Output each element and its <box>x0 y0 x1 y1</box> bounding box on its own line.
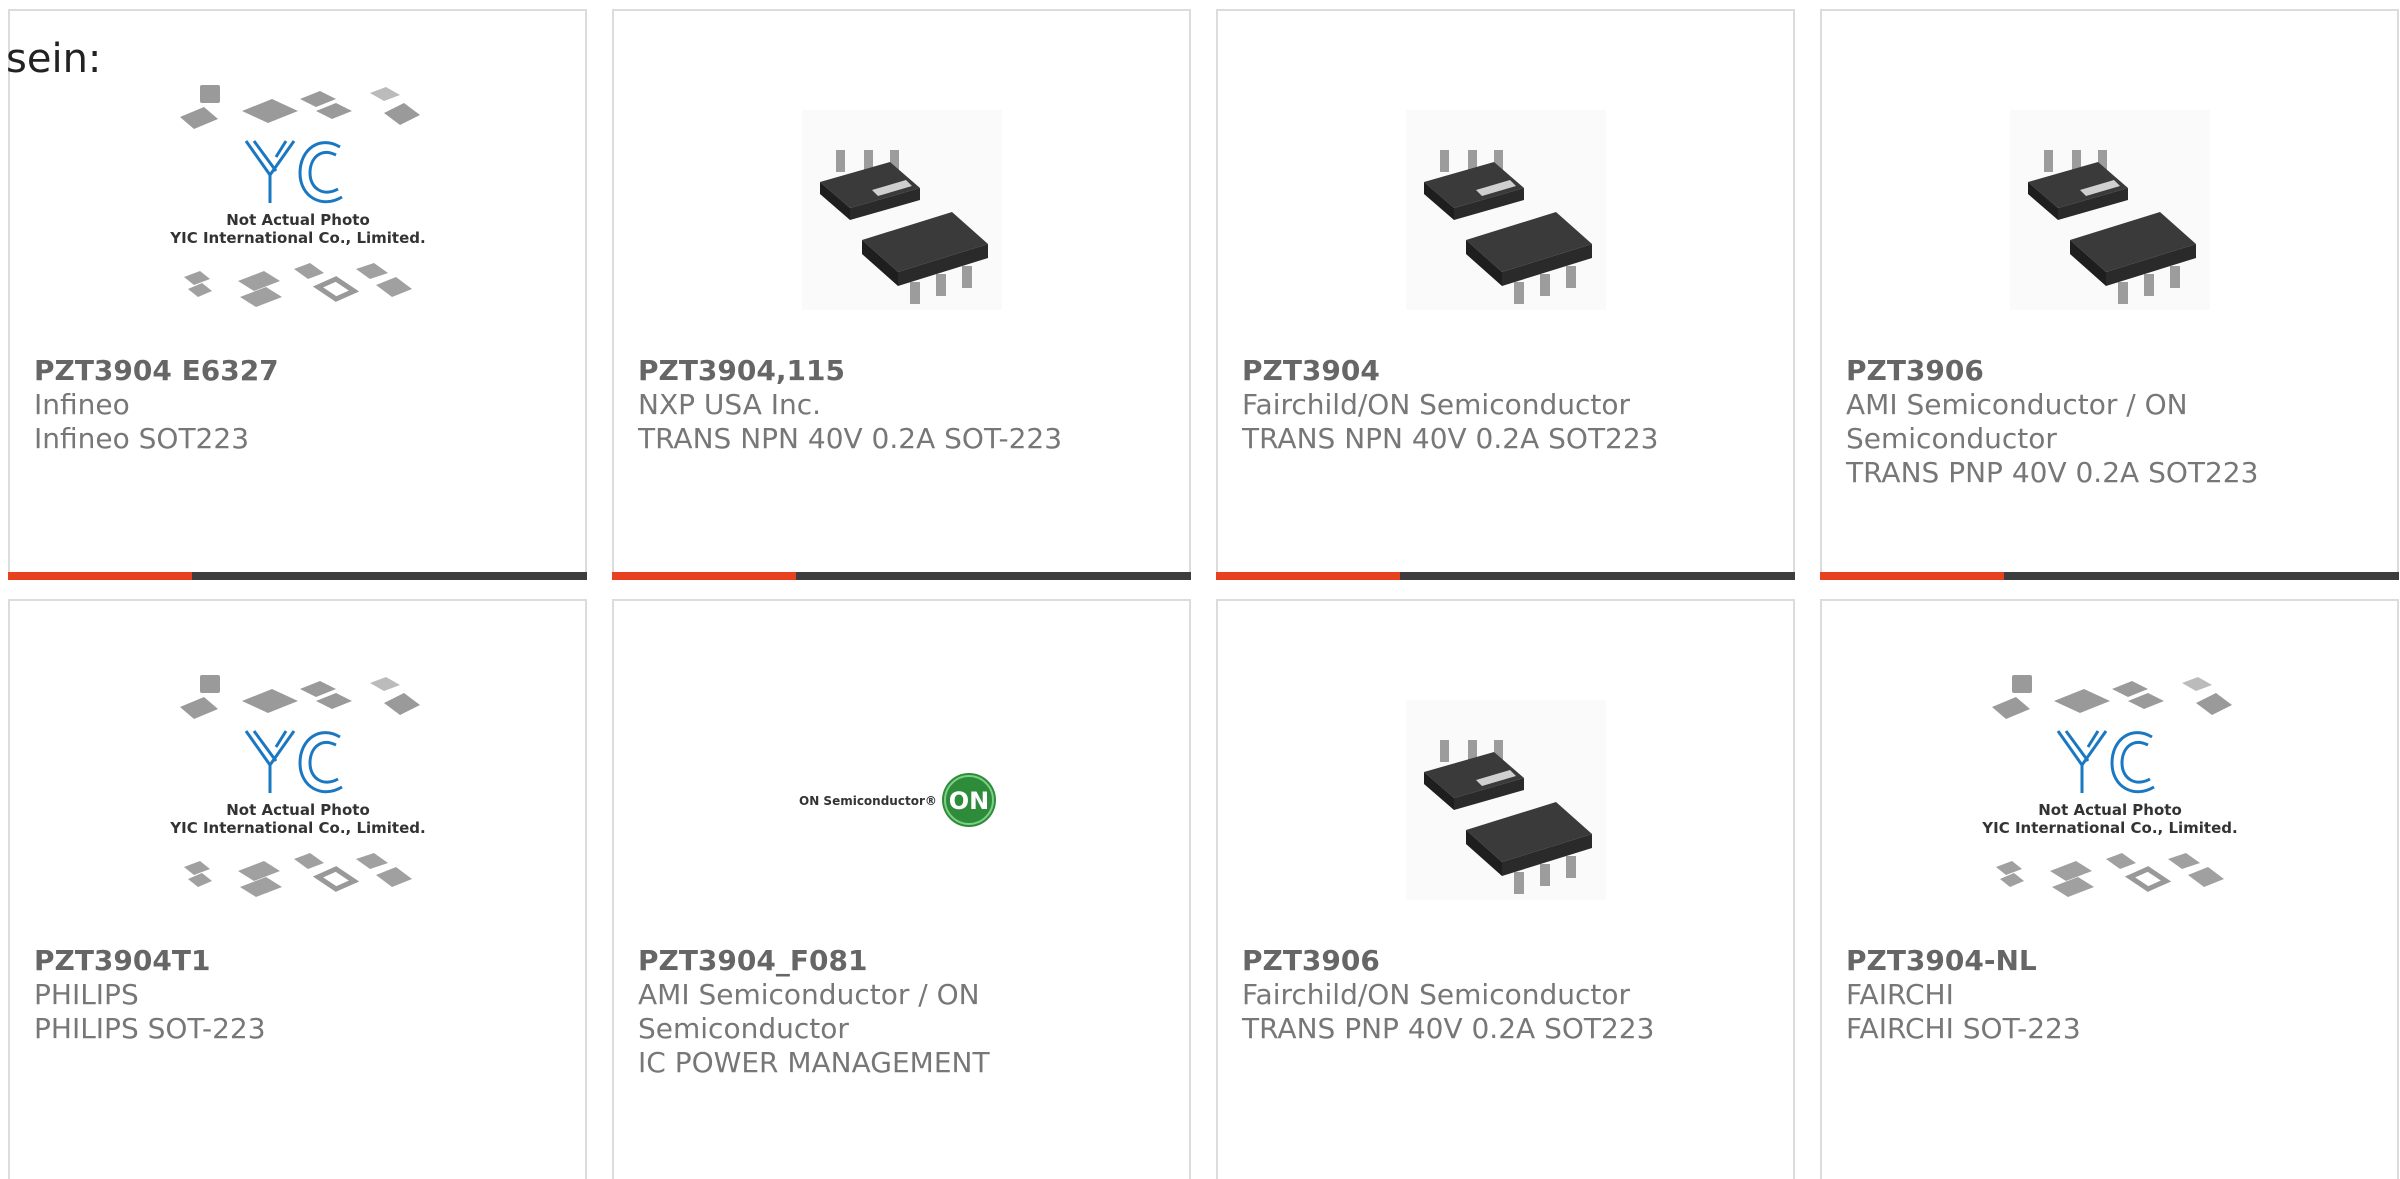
sot223-photo-image <box>801 110 1002 310</box>
product-card[interactable]: PZT3904,115 NXP USA Inc. TRANS NPN 40V 0… <box>612 9 1191 580</box>
description: Infineo SOT223 <box>34 422 250 455</box>
product-card[interactable]: PZT3906 AMI Semiconductor / ON Semicondu… <box>1820 9 2399 580</box>
manufacturer: AMI Semiconductor / ON Semiconductor <box>1846 388 2188 455</box>
card-accent-bar <box>1820 572 2399 580</box>
card-accent-bar <box>1216 572 1795 580</box>
description: TRANS PNP 40V 0.2A SOT223 <box>1242 1012 1655 1045</box>
placeholder-line2: YIC International Co., Limited. <box>169 229 425 247</box>
product-card[interactable]: Not Actual Photo YIC International Co., … <box>8 599 587 1179</box>
manufacturer: Fairchild/ON Semiconductor <box>1242 388 1631 421</box>
product-image[interactable]: Not Actual Photo YIC International Co., … <box>10 655 585 945</box>
placeholder-line1: Not Actual Photo <box>226 211 370 229</box>
product-card[interactable]: PZT3904 Fairchild/ON Semiconductor TRANS… <box>1216 9 1795 580</box>
product-card[interactable]: PZT3906 Fairchild/ON Semiconductor TRANS… <box>1216 599 1795 1179</box>
part-number[interactable]: PZT3906 <box>1846 354 2377 388</box>
card-accent-bar <box>8 572 587 580</box>
manufacturer: NXP USA Inc. <box>638 388 822 421</box>
placeholder-line2: YIC International Co., Limited. <box>1981 819 2237 837</box>
manufacturer: Fairchild/ON Semiconductor <box>1242 978 1631 1011</box>
part-number[interactable]: PZT3904,115 <box>638 354 1169 388</box>
description: TRANS PNP 40V 0.2A SOT223 <box>1846 456 2259 489</box>
placeholder-line2: YIC International Co., Limited. <box>169 819 425 837</box>
product-image[interactable] <box>1218 65 1793 355</box>
part-number[interactable]: PZT3904 E6327 <box>34 354 565 388</box>
part-number[interactable]: PZT3904 <box>1242 354 1773 388</box>
part-number[interactable]: PZT3906 <box>1242 944 1773 978</box>
manufacturer: FAIRCHI <box>1846 978 1954 1011</box>
product-card[interactable]: Not Actual Photo YIC International Co., … <box>1820 599 2399 1179</box>
part-number[interactable]: PZT3904-NL <box>1846 944 2377 978</box>
sot223-photo-image <box>2009 110 2210 310</box>
product-image[interactable] <box>1822 65 2397 355</box>
product-image[interactable] <box>1218 655 1793 945</box>
on-semi-logo-image: ON Semiconductor® ON <box>799 773 996 827</box>
part-number[interactable]: PZT3904_F081 <box>638 944 1169 978</box>
yic-placeholder-image: Not Actual Photo YIC International Co., … <box>169 85 425 307</box>
sot223-photo-image <box>1405 700 1606 900</box>
product-image[interactable]: ON Semiconductor® ON <box>614 655 1189 945</box>
product-card[interactable]: ON Semiconductor® ON PZT3904_F081 AMI Se… <box>612 599 1191 1179</box>
description: PHILIPS SOT-223 <box>34 1012 266 1045</box>
manufacturer: PHILIPS <box>34 978 139 1011</box>
description: TRANS NPN 40V 0.2A SOT223 <box>1242 422 1659 455</box>
placeholder-line1: Not Actual Photo <box>226 801 370 819</box>
intro-text: sein: <box>6 36 102 82</box>
description: TRANS NPN 40V 0.2A SOT-223 <box>638 422 1063 455</box>
part-number[interactable]: PZT3904T1 <box>34 944 565 978</box>
on-badge: ON <box>948 787 989 815</box>
product-card[interactable]: Not Actual Photo YIC International Co., … <box>8 9 587 580</box>
yic-placeholder-image: Not Actual Photo YIC International Co., … <box>169 675 425 897</box>
description: IC POWER MANAGEMENT <box>638 1046 990 1079</box>
manufacturer: AMI Semiconductor / ON Semiconductor <box>638 978 980 1045</box>
product-image[interactable]: Not Actual Photo YIC International Co., … <box>10 65 585 355</box>
placeholder-line1: Not Actual Photo <box>2038 801 2182 819</box>
product-image[interactable]: Not Actual Photo YIC International Co., … <box>1822 655 2397 945</box>
manufacturer: Infineo <box>34 388 130 421</box>
card-accent-bar <box>612 572 1191 580</box>
description: FAIRCHI SOT-223 <box>1846 1012 2081 1045</box>
yic-placeholder-image: Not Actual Photo YIC International Co., … <box>1981 675 2237 897</box>
product-image[interactable] <box>614 65 1189 355</box>
sot223-photo-image <box>1405 110 1606 310</box>
on-wordmark: ON Semiconductor® <box>799 794 937 808</box>
